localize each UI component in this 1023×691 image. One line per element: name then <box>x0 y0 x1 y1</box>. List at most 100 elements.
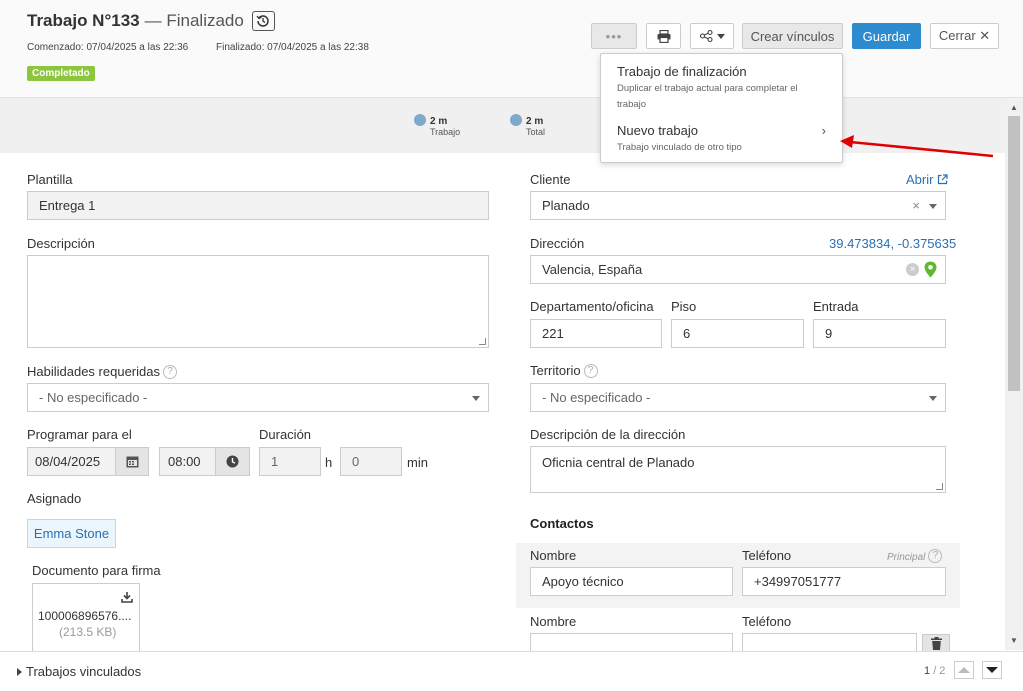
entrance-input[interactable]: 9 <box>813 319 946 348</box>
resize-grip-icon[interactable] <box>936 483 943 490</box>
open-link-text: Abrir <box>906 172 934 187</box>
save-button[interactable]: Guardar <box>852 23 921 49</box>
document-size: (213.5 KB) <box>59 625 117 639</box>
apartment-label: Departamento/oficina <box>530 299 654 314</box>
territory-label-text: Territorio <box>530 363 581 378</box>
scrollbar[interactable]: ▲ ▼ <box>1005 98 1023 650</box>
contact-name-label: Nombre <box>530 548 577 563</box>
caret-right-icon <box>17 668 22 676</box>
scroll-down-icon[interactable]: ▼ <box>1010 636 1018 645</box>
menu-item-title: Trabajo de finalización <box>617 64 747 79</box>
calendar-button[interactable] <box>115 447 149 476</box>
close-button[interactable]: Cerrar ✕ <box>930 23 999 49</box>
help-icon[interactable]: ? <box>583 364 598 378</box>
description-textarea[interactable] <box>27 255 489 348</box>
contact-phone-label: Teléfono <box>742 548 792 563</box>
scroll-up-icon[interactable]: ▲ <box>1010 103 1018 112</box>
contact-phone-input[interactable] <box>742 633 917 652</box>
time-picker-button[interactable] <box>215 447 250 476</box>
help-icon[interactable]: ? <box>162 365 177 379</box>
floor-label: Piso <box>671 299 697 314</box>
caret-down-icon <box>929 396 937 401</box>
description-label: Descripción <box>27 236 95 251</box>
address-description-label: Descripción de la dirección <box>530 427 686 442</box>
territory-select[interactable]: - No especificado - <box>530 383 946 412</box>
document-label: Documento para firma <box>32 563 161 578</box>
share-button[interactable] <box>690 23 734 49</box>
template-label: Plantilla <box>27 172 73 187</box>
address-input[interactable]: Valencia, España × <box>530 255 946 284</box>
history-button[interactable] <box>251 11 275 31</box>
resize-grip-icon[interactable] <box>479 338 486 345</box>
clear-circle-icon[interactable]: × <box>906 263 919 276</box>
print-icon <box>657 29 670 43</box>
menu-item-new-job[interactable]: Nuevo trabajo Trabajo vinculado de otro … <box>617 123 817 156</box>
schedule-label: Programar para el <box>27 427 132 442</box>
minutes-unit: min <box>407 455 428 470</box>
job-header: Trabajo N°133 — Finalizado Comenzado: 07… <box>0 0 1023 98</box>
previous-page-button[interactable] <box>954 661 974 679</box>
floor-input[interactable]: 6 <box>671 319 804 348</box>
duration-hours-input[interactable]: 1 <box>259 447 321 476</box>
address-description-textarea[interactable]: Oficnia central de Planado <box>530 446 946 493</box>
linked-jobs-toggle[interactable]: Trabajos vinculados <box>17 664 141 679</box>
linked-jobs-label: Trabajos vinculados <box>26 664 142 679</box>
duration-label: Duración <box>259 427 312 442</box>
coordinates-link[interactable]: 39.473834, -0.375635 <box>829 236 956 251</box>
duration-minutes-input[interactable]: 0 <box>340 447 402 476</box>
skills-select[interactable]: - No especificado - <box>27 383 489 412</box>
total-time-value: 2 m <box>526 116 544 127</box>
play-icon <box>414 114 426 126</box>
help-icon[interactable]: ? <box>928 549 943 563</box>
trash-icon <box>930 637 942 650</box>
external-link-icon <box>937 174 948 185</box>
create-links-menu: Trabajo de finalización Duplicar el trab… <box>600 53 843 163</box>
menu-item-title: Nuevo trabajo <box>617 123 698 138</box>
work-time-label: Trabajo <box>430 127 461 137</box>
chevron-right-icon: › <box>821 123 826 138</box>
skills-label-text: Habilidades requeridas <box>27 364 160 379</box>
chevron-down-icon <box>716 33 725 39</box>
history-icon <box>256 15 270 27</box>
scrollbar-thumb[interactable] <box>1008 116 1020 391</box>
contacts-heading: Contactos <box>530 516 594 531</box>
address-label: Dirección <box>530 236 585 251</box>
caret-down-icon <box>986 667 998 673</box>
skills-label: Habilidades requeridas? <box>27 364 177 379</box>
apartment-input[interactable]: 221 <box>530 319 662 348</box>
more-button[interactable]: ••• <box>591 23 637 49</box>
contact-name-label: Nombre <box>530 614 577 629</box>
page-current: 1 <box>924 665 931 677</box>
template-field[interactable]: Entrega 1 <box>27 191 489 220</box>
finished-at: Finalizado: 07/04/2025 a las 22:38 <box>216 42 369 53</box>
map-pin-icon[interactable] <box>924 261 937 278</box>
time-input[interactable]: 08:00 <box>159 447 216 476</box>
delete-contact-button[interactable] <box>922 634 950 652</box>
territory-label: Territorio? <box>530 363 598 378</box>
menu-item-finalization-job[interactable]: Trabajo de finalización Duplicar el trab… <box>617 64 817 113</box>
contact-phone-input[interactable]: +34997051777 <box>742 567 946 596</box>
clear-icon[interactable]: × <box>912 198 920 213</box>
assignee-chip[interactable]: Emma Stone <box>27 519 116 548</box>
open-client-link[interactable]: Abrir <box>906 172 948 187</box>
principal-label: Principal <box>887 552 926 563</box>
next-page-button[interactable] <box>982 661 1002 679</box>
contact-phone-label: Teléfono <box>742 614 792 629</box>
date-input[interactable]: 08/04/2025 <box>27 447 116 476</box>
print-button[interactable] <box>646 23 681 49</box>
clock-icon <box>510 114 522 126</box>
contact-name-input[interactable]: Apoyo técnico <box>530 567 733 596</box>
download-icon[interactable] <box>121 591 133 603</box>
client-select[interactable]: Planado × <box>530 191 946 220</box>
entrance-label: Entrada <box>813 299 859 314</box>
create-links-button[interactable]: Crear vínculos <box>742 23 843 49</box>
document-card[interactable]: 100006896576.... (213.5 KB) <box>32 583 140 653</box>
principal-toggle[interactable]: Principal? <box>887 549 943 563</box>
linked-jobs-footer: Trabajos vinculados 1 / 2 <box>0 651 1023 691</box>
work-time: 2 m Trabajo <box>414 112 460 137</box>
menu-item-subtitle: Duplicar el trabajo actual para completa… <box>617 83 798 110</box>
skills-select-value: - No especificado - <box>39 390 148 405</box>
status-badge: Completado <box>27 66 95 81</box>
contact-name-input[interactable] <box>530 633 733 652</box>
client-label: Cliente <box>530 172 571 187</box>
